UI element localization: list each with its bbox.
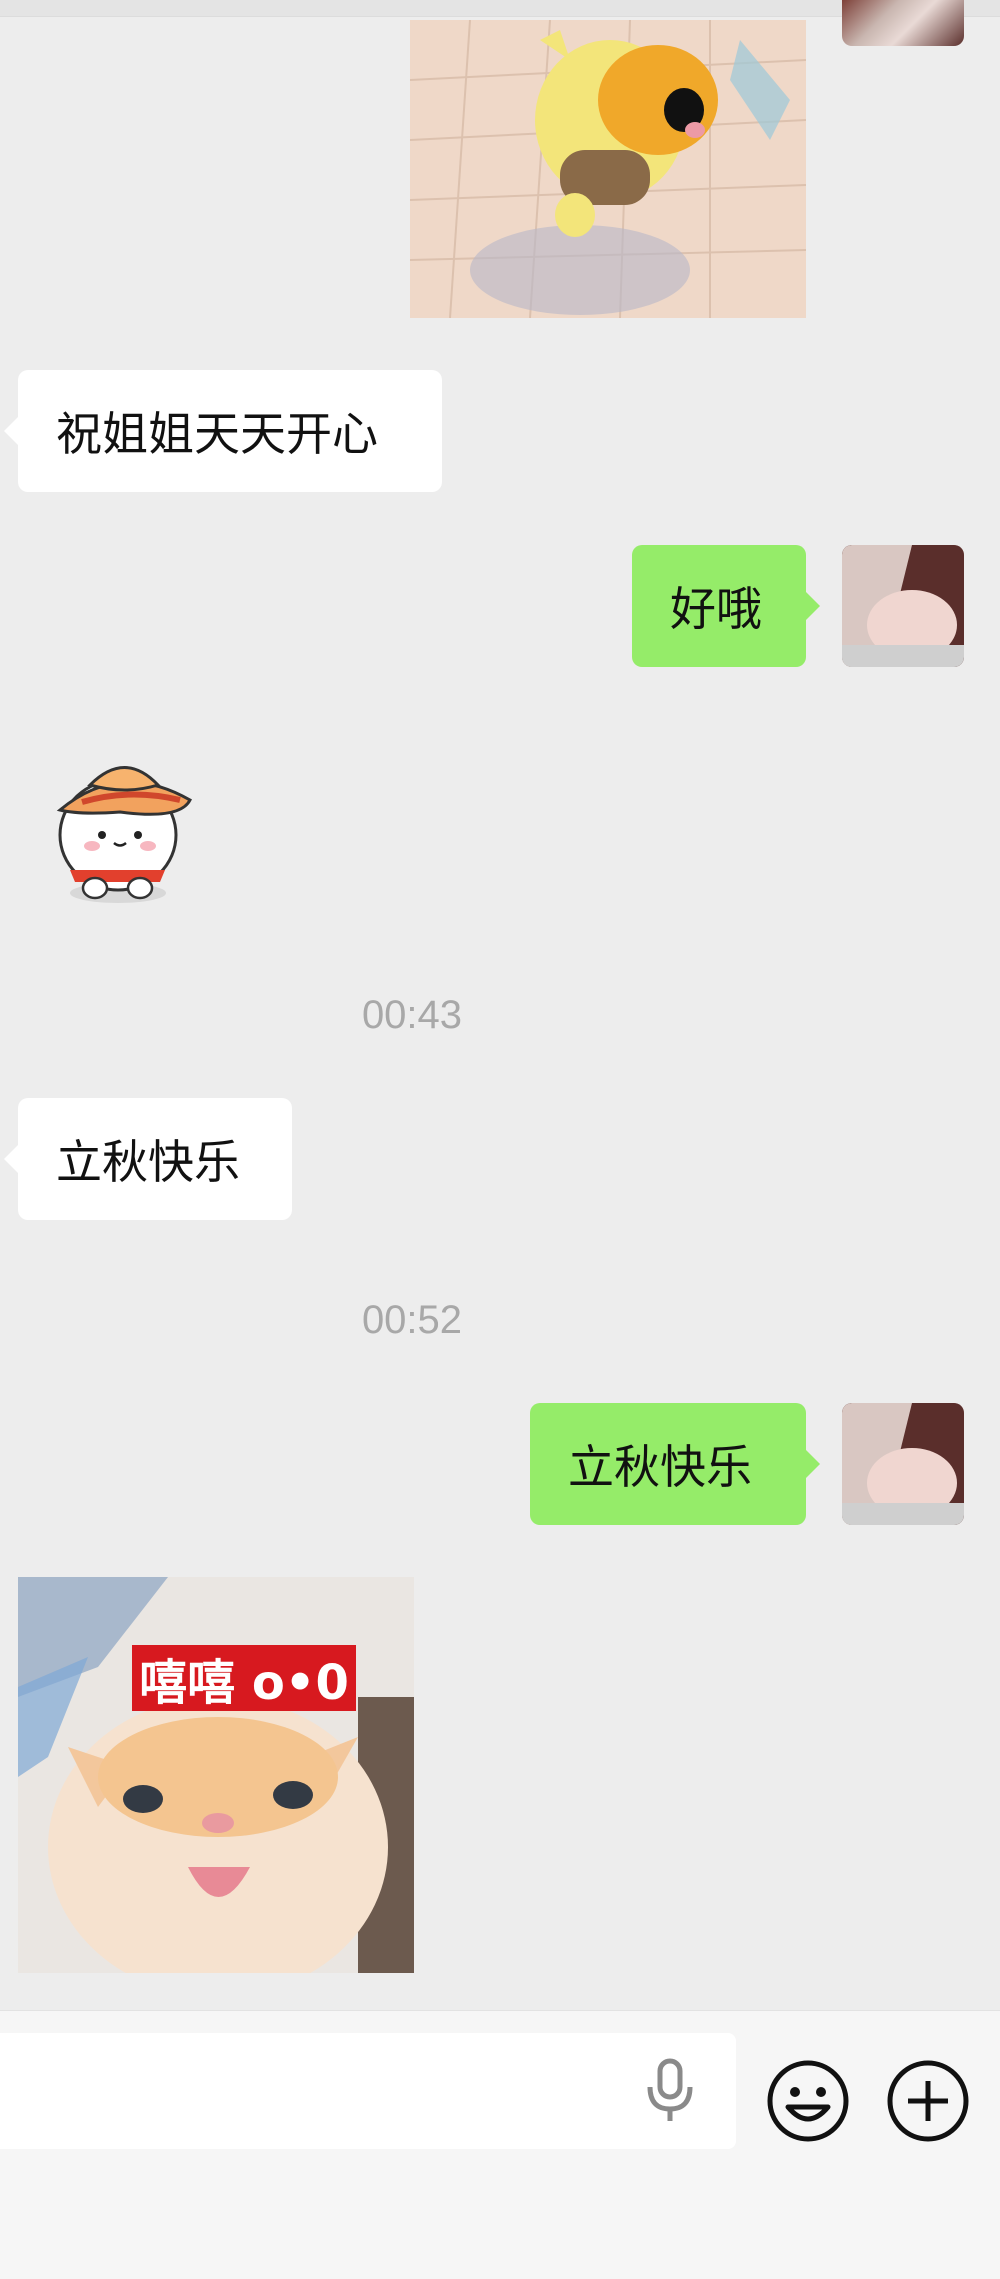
sticker-duck[interactable] — [410, 20, 806, 318]
image-caption: 嘻嘻 o•0 — [132, 1645, 356, 1711]
message-text: 祝姐姐天天开心 — [56, 407, 378, 461]
avatar-image — [842, 545, 964, 667]
message-input[interactable] — [0, 2033, 736, 2149]
timestamp: 00:52 — [361, 1298, 463, 1342]
message-bubble-outgoing[interactable]: 立秋快乐 — [530, 1403, 820, 1525]
kitten-image[interactable]: 嘻嘻 o•0 — [18, 1577, 414, 1973]
duck-sticker-image — [410, 20, 806, 318]
emoji-icon[interactable] — [766, 2059, 850, 2143]
my-avatar[interactable] — [842, 1403, 964, 1525]
microphone-icon[interactable] — [640, 2057, 700, 2125]
input-bar — [0, 2010, 1000, 2279]
message-bubble-incoming[interactable]: 立秋快乐 — [4, 1098, 292, 1220]
message-text: 好哦 — [670, 582, 762, 636]
timestamp: 00:43 — [361, 993, 463, 1037]
plus-icon[interactable] — [886, 2059, 970, 2143]
my-avatar-top[interactable] — [842, 0, 964, 46]
message-bubble-outgoing[interactable]: 好哦 — [632, 545, 820, 667]
sticker-bun[interactable] — [40, 730, 210, 910]
message-text: 立秋快乐 — [568, 1440, 752, 1494]
kitten-photo — [18, 1577, 414, 1973]
my-avatar[interactable] — [842, 545, 964, 667]
message-text: 立秋快乐 — [56, 1135, 240, 1189]
message-bubble-incoming[interactable]: 祝姐姐天天开心 — [4, 370, 442, 492]
bun-sticker-image — [56, 766, 192, 903]
avatar-image — [842, 1403, 964, 1525]
chat-area[interactable]: 祝姐姐天天开心 好哦 00:43 立秋快乐 00:52 立秋快乐 嘻嘻 o•0 — [0, 0, 1000, 2010]
